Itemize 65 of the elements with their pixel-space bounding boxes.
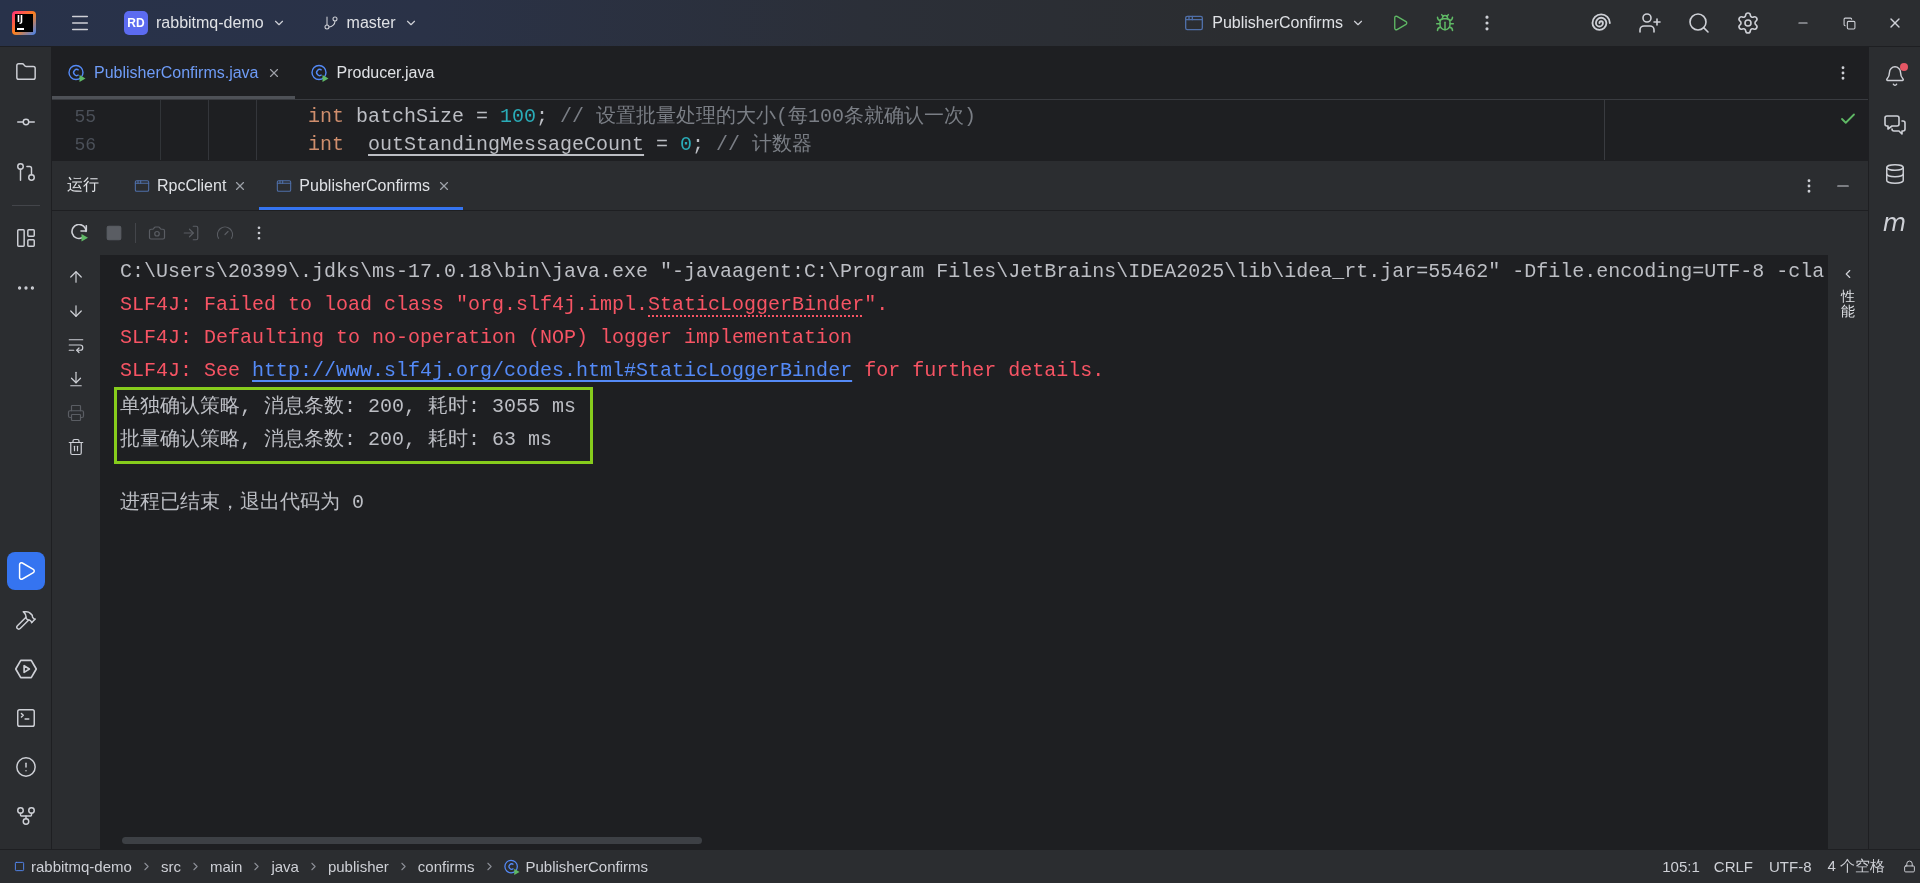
window-icon bbox=[276, 177, 293, 194]
breadcrumb-item[interactable]: PublisherConfirms bbox=[503, 858, 649, 875]
scroll-to-end-icon[interactable] bbox=[67, 370, 85, 388]
search-icon[interactable] bbox=[1687, 11, 1711, 35]
app-logo: IJ bbox=[12, 11, 36, 35]
code-line: int batchSize = 100; // 设置批量处理的大小(每100条就确认一次) bbox=[308, 104, 978, 130]
class-file-icon bbox=[503, 858, 520, 875]
layout-icon[interactable] bbox=[14, 227, 37, 249]
hexagon-play-icon[interactable] bbox=[14, 657, 37, 680]
trash-icon[interactable] bbox=[67, 438, 85, 456]
editor-tab[interactable]: Producer.java bbox=[294, 47, 449, 99]
window-icon bbox=[134, 177, 150, 194]
breadcrumb-item[interactable]: src bbox=[160, 858, 181, 875]
line-separator[interactable]: CRLF bbox=[1713, 858, 1753, 875]
tool-window-title: 运行 bbox=[67, 175, 99, 195]
breadcrumb-item[interactable]: rabbitmq-demo bbox=[14, 858, 132, 875]
code-line: int outStandingMessageCount = 0; // 计数器 bbox=[308, 132, 814, 158]
console-line: 单独确认策略, 消息条数: 200, 耗时: 3055 ms bbox=[120, 394, 577, 420]
horizontal-scrollbar[interactable] bbox=[122, 837, 702, 844]
breadcrumb-item[interactable]: publisher bbox=[327, 858, 389, 875]
console-line: SLF4J: Failed to load class "org.slf4j.impl.StaticLoggerBinder". bbox=[120, 292, 890, 318]
run-icon[interactable] bbox=[1391, 14, 1409, 32]
bug-icon[interactable] bbox=[1435, 13, 1455, 33]
console-link[interactable]: http://www.slf4j.org/codes.html#StaticLoggerBinder bbox=[252, 359, 853, 382]
run-tab[interactable]: RpcClient bbox=[117, 161, 260, 210]
branch-icon bbox=[322, 15, 339, 31]
padlock-icon[interactable] bbox=[1903, 860, 1916, 873]
bell-icon[interactable] bbox=[1883, 64, 1906, 87]
project-badge: RD bbox=[124, 11, 148, 35]
settings-icon[interactable] bbox=[1736, 11, 1760, 35]
cursor-position[interactable]: 105:1 bbox=[1662, 858, 1700, 875]
rerun-icon[interactable] bbox=[71, 224, 89, 242]
pull-request-icon[interactable] bbox=[14, 161, 37, 183]
class-file-icon bbox=[310, 64, 329, 82]
indent-setting[interactable]: 4 个空格 bbox=[1827, 857, 1885, 876]
folder-icon[interactable] bbox=[14, 61, 37, 83]
breadcrumb-item[interactable]: java bbox=[271, 858, 299, 875]
m-tool-button[interactable]: m bbox=[1882, 210, 1907, 235]
project-selector[interactable]: RD rabbitmq-demo bbox=[124, 7, 286, 39]
chat-bubbles-icon[interactable] bbox=[1883, 113, 1906, 136]
window-icon bbox=[1184, 13, 1205, 33]
breadcrumb-item[interactable]: confirms bbox=[417, 858, 475, 875]
wrap-text-icon[interactable] bbox=[67, 336, 85, 354]
terminal-icon[interactable] bbox=[14, 706, 37, 729]
hammer-icon[interactable] bbox=[14, 608, 37, 631]
alert-icon[interactable] bbox=[14, 755, 37, 778]
console-line: 进程已结束，退出代码为 0 bbox=[120, 490, 365, 516]
file-encoding[interactable]: UTF-8 bbox=[1769, 858, 1812, 875]
console-line: 批量确认策略, 消息条数: 200, 耗时: 63 ms bbox=[120, 427, 554, 453]
console-line: C:\Users\20399\.jdks\ms-17.0.18\bin\java.exe "-javaagent:C:\Program Files\JetBrains\IDEA2025\lib\idea_rt.jar=55462" -Dfile.encoding=UTF-8 -cla bbox=[120, 259, 1826, 285]
branches-icon[interactable] bbox=[14, 804, 37, 827]
branch-selector[interactable]: master bbox=[322, 7, 418, 39]
breadcrumb-item[interactable]: main bbox=[209, 858, 243, 875]
console-line: SLF4J: See http://www.slf4j.org/codes.html#StaticLoggerBinder for further details. bbox=[120, 358, 1106, 384]
console-line: SLF4J: Defaulting to no-operation (NOP) logger implementation bbox=[120, 325, 854, 351]
down-arrow-icon[interactable] bbox=[67, 302, 85, 320]
play-icon[interactable] bbox=[6, 551, 45, 590]
database-icon[interactable] bbox=[1883, 162, 1906, 185]
class-file-icon bbox=[68, 64, 86, 82]
square-icon bbox=[14, 861, 25, 872]
side-panel-label[interactable]: 性能 bbox=[1841, 289, 1855, 320]
restore-window-icon[interactable] bbox=[1842, 16, 1856, 30]
add-user-icon[interactable] bbox=[1638, 11, 1662, 35]
run-configuration-selector[interactable]: PublisherConfirms bbox=[1184, 7, 1365, 39]
spiral-icon[interactable] bbox=[1589, 12, 1611, 34]
